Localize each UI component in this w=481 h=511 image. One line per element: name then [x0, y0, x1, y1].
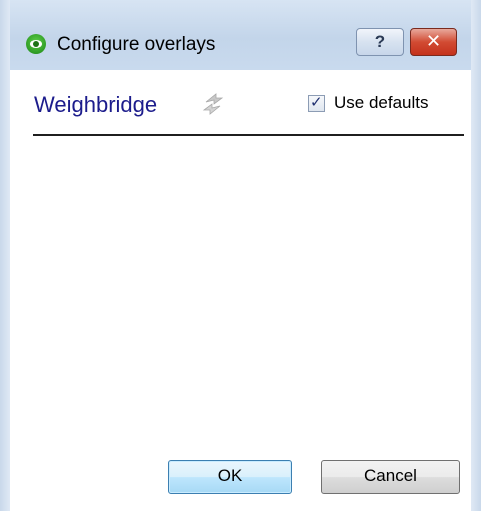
- section-divider: [33, 134, 464, 136]
- checkmark-icon: ✓: [310, 94, 323, 111]
- window-frame-right: [471, 0, 481, 511]
- use-defaults-checkbox[interactable]: ✓: [308, 94, 325, 112]
- eye-icon: [26, 34, 46, 54]
- section-title: Weighbridge: [34, 92, 158, 117]
- ok-button[interactable]: OK: [168, 460, 292, 494]
- cancel-button[interactable]: Cancel: [321, 460, 460, 494]
- configure-overlays-dialog: Configure overlays ? ✕ Weighbridge ✓ Use…: [0, 0, 481, 511]
- window-frame-left: [0, 0, 10, 511]
- help-button[interactable]: ?: [356, 28, 404, 56]
- close-button[interactable]: ✕: [410, 28, 457, 56]
- refresh-arrows-icon[interactable]: [200, 90, 226, 118]
- dialog-body: [10, 70, 471, 511]
- window-title: Configure overlays: [57, 34, 216, 55]
- use-defaults-label[interactable]: Use defaults: [334, 93, 429, 113]
